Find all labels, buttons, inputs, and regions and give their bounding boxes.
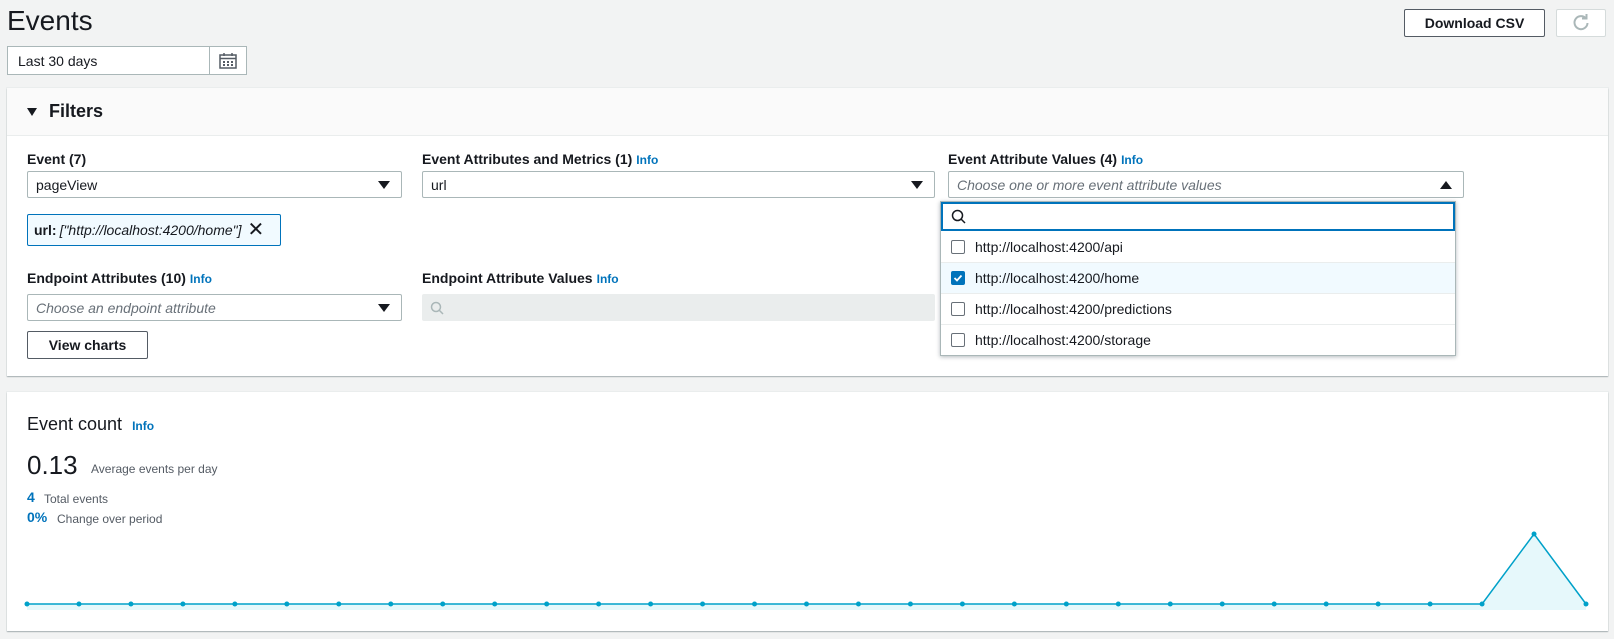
chart-point[interactable] bbox=[440, 601, 446, 607]
dropdown-option[interactable]: http://localhost:4200/api bbox=[941, 231, 1455, 262]
caret-down-icon bbox=[378, 304, 390, 312]
date-range-value[interactable]: Last 30 days bbox=[8, 47, 209, 74]
caret-down-icon bbox=[27, 107, 37, 116]
attribute-values-placeholder: Choose one or more event attribute value… bbox=[957, 177, 1222, 193]
attribute-values-select[interactable]: Choose one or more event attribute value… bbox=[948, 171, 1464, 198]
info-link[interactable]: Info bbox=[636, 153, 658, 167]
caret-up-icon bbox=[1440, 181, 1452, 189]
chart-point[interactable] bbox=[544, 601, 550, 607]
attribute-values-label: Event Attribute Values (4) Info bbox=[948, 151, 1144, 167]
attribute-values-dropdown: http://localhost:4200/api http://localhos… bbox=[940, 201, 1456, 356]
chart-point[interactable] bbox=[855, 601, 861, 607]
chart-point[interactable] bbox=[76, 601, 82, 607]
search-icon bbox=[951, 209, 966, 224]
chart-point[interactable] bbox=[1375, 601, 1381, 607]
chart-point[interactable] bbox=[1583, 601, 1589, 607]
option-label: http://localhost:4200/predictions bbox=[975, 301, 1172, 317]
chart-point[interactable] bbox=[907, 601, 913, 607]
info-link[interactable]: Info bbox=[1121, 153, 1143, 167]
chart-point[interactable] bbox=[700, 601, 706, 607]
chart-point[interactable] bbox=[1271, 601, 1277, 607]
endpoint-attributes-placeholder: Choose an endpoint attribute bbox=[36, 300, 216, 316]
option-checkbox[interactable] bbox=[951, 271, 965, 285]
caret-down-icon bbox=[911, 181, 923, 189]
endpoint-values-label: Endpoint Attribute Values Info bbox=[422, 270, 619, 286]
event-count-panel: Event count Info 0.13 Average events per … bbox=[7, 392, 1608, 631]
page-title: Events bbox=[7, 5, 93, 36]
caret-down-icon bbox=[378, 181, 390, 189]
dropdown-search-input[interactable] bbox=[941, 202, 1455, 231]
token-value: ["http://localhost:4200/home"] bbox=[59, 222, 242, 238]
chart-point[interactable] bbox=[648, 601, 654, 607]
refresh-button[interactable] bbox=[1556, 9, 1606, 37]
remove-token-icon[interactable]: ✕ bbox=[248, 220, 265, 240]
chart-point[interactable] bbox=[232, 601, 238, 607]
attributes-metrics-label: Event Attributes and Metrics (1) Info bbox=[422, 151, 659, 167]
chart-point[interactable] bbox=[24, 601, 30, 607]
dropdown-option[interactable]: http://localhost:4200/home bbox=[941, 262, 1455, 293]
download-csv-button[interactable]: Download CSV bbox=[1404, 9, 1545, 37]
filters-toggle[interactable]: Filters bbox=[7, 88, 1608, 136]
calendar-button[interactable] bbox=[209, 47, 246, 74]
chart-point[interactable] bbox=[1479, 601, 1485, 607]
chart-point[interactable] bbox=[596, 601, 602, 607]
chart-point[interactable] bbox=[1167, 601, 1173, 607]
token-key: url: bbox=[34, 222, 57, 238]
filter-token: url: ["http://localhost:4200/home"] ✕ bbox=[27, 214, 281, 246]
dropdown-option[interactable]: http://localhost:4200/predictions bbox=[941, 293, 1455, 324]
event-count-chart bbox=[24, 531, 1589, 610]
chart-point[interactable] bbox=[180, 601, 186, 607]
chart-point[interactable] bbox=[1063, 601, 1069, 607]
view-charts-button[interactable]: View charts bbox=[27, 331, 148, 359]
chart-point[interactable] bbox=[1531, 531, 1537, 537]
chart-point[interactable] bbox=[1427, 601, 1433, 607]
search-icon bbox=[430, 301, 444, 315]
calendar-icon bbox=[219, 52, 237, 69]
event-label: Event (7) bbox=[27, 151, 87, 167]
info-link[interactable]: Info bbox=[597, 272, 619, 286]
chart-point[interactable] bbox=[1323, 601, 1329, 607]
option-label: http://localhost:4200/api bbox=[975, 238, 1123, 255]
date-range-picker[interactable]: Last 30 days bbox=[7, 46, 247, 75]
endpoint-attributes-select[interactable]: Choose an endpoint attribute bbox=[27, 294, 402, 321]
checkmark-icon bbox=[953, 274, 963, 282]
option-checkbox[interactable] bbox=[951, 302, 965, 316]
chart-area bbox=[27, 534, 1586, 610]
option-checkbox[interactable] bbox=[951, 333, 965, 347]
option-label: http://localhost:4200/home bbox=[975, 270, 1140, 286]
chart-point[interactable] bbox=[1011, 601, 1017, 607]
chart-point[interactable] bbox=[1219, 601, 1225, 607]
chart-point[interactable] bbox=[1115, 601, 1121, 607]
filters-title: Filters bbox=[49, 101, 104, 121]
chart-point[interactable] bbox=[128, 601, 134, 607]
dropdown-option[interactable]: http://localhost:4200/storage bbox=[941, 324, 1455, 355]
info-link[interactable]: Info bbox=[190, 272, 212, 286]
chart-point[interactable] bbox=[752, 601, 758, 607]
chart-point[interactable] bbox=[284, 601, 290, 607]
event-select[interactable]: pageView bbox=[27, 171, 402, 198]
chart-point[interactable] bbox=[492, 601, 498, 607]
option-label: http://localhost:4200/storage bbox=[975, 332, 1151, 348]
event-select-value: pageView bbox=[36, 177, 98, 193]
chart-point[interactable] bbox=[336, 601, 342, 607]
endpoint-attributes-label: Endpoint Attributes (10) Info bbox=[27, 270, 212, 286]
attributes-metrics-value: url bbox=[431, 177, 447, 193]
chart-point[interactable] bbox=[804, 601, 809, 607]
attributes-metrics-select[interactable]: url bbox=[422, 171, 935, 198]
chart-line bbox=[27, 532, 1587, 605]
refresh-icon bbox=[1573, 14, 1589, 31]
option-checkbox[interactable] bbox=[951, 239, 965, 254]
endpoint-values-search bbox=[422, 294, 935, 321]
chart-point[interactable] bbox=[959, 601, 965, 607]
chart-point[interactable] bbox=[388, 601, 394, 607]
